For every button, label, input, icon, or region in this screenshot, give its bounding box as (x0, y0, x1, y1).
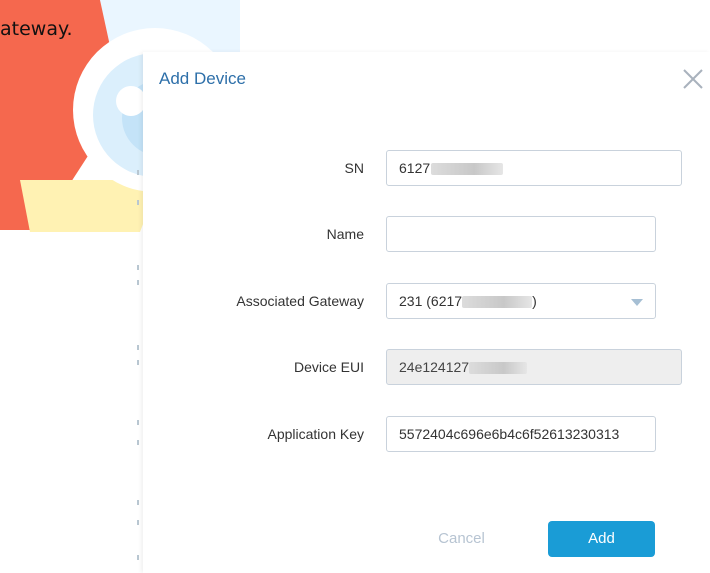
gateway-select[interactable]: 231 (6217) (386, 283, 656, 319)
sn-value: 6127 (399, 160, 431, 176)
redacted-mask (462, 296, 533, 309)
dialog-title: Add Device (159, 69, 246, 88)
chevron-down-icon (631, 299, 643, 306)
sn-row: SN 6127 (143, 150, 710, 186)
add-button[interactable]: Add (548, 521, 655, 557)
device-eui-field: 24e124127 (386, 349, 682, 385)
name-field[interactable] (386, 216, 656, 252)
background-text: ateway. (0, 18, 73, 40)
redacted-mask (469, 362, 528, 375)
sn-field[interactable]: 6127 (386, 150, 682, 186)
eui-label: Device EUI (293, 359, 364, 375)
name-row: Name (143, 216, 710, 252)
gateway-label: Associated Gateway (236, 293, 364, 309)
gateway-value-suffix: ) (532, 293, 537, 309)
redacted-mask (431, 163, 504, 176)
eui-row: Device EUI 24e124127 (143, 349, 710, 385)
app-key-label: Application Key (267, 426, 364, 442)
add-device-dialog: Add Device SN 6127 Name Associated Gatew… (143, 52, 710, 573)
sn-label: SN (344, 160, 364, 176)
background-scroll-guide (137, 170, 141, 570)
cancel-button[interactable]: Cancel (408, 521, 515, 557)
eui-value: 24e124127 (399, 359, 470, 375)
application-key-field[interactable] (386, 416, 656, 452)
gateway-value-prefix: 231 (6217 (399, 293, 463, 309)
gateway-row: Associated Gateway 231 (6217) (143, 283, 710, 319)
close-icon[interactable] (680, 66, 706, 92)
app-key-row: Application Key (143, 416, 710, 452)
name-label: Name (326, 226, 364, 242)
